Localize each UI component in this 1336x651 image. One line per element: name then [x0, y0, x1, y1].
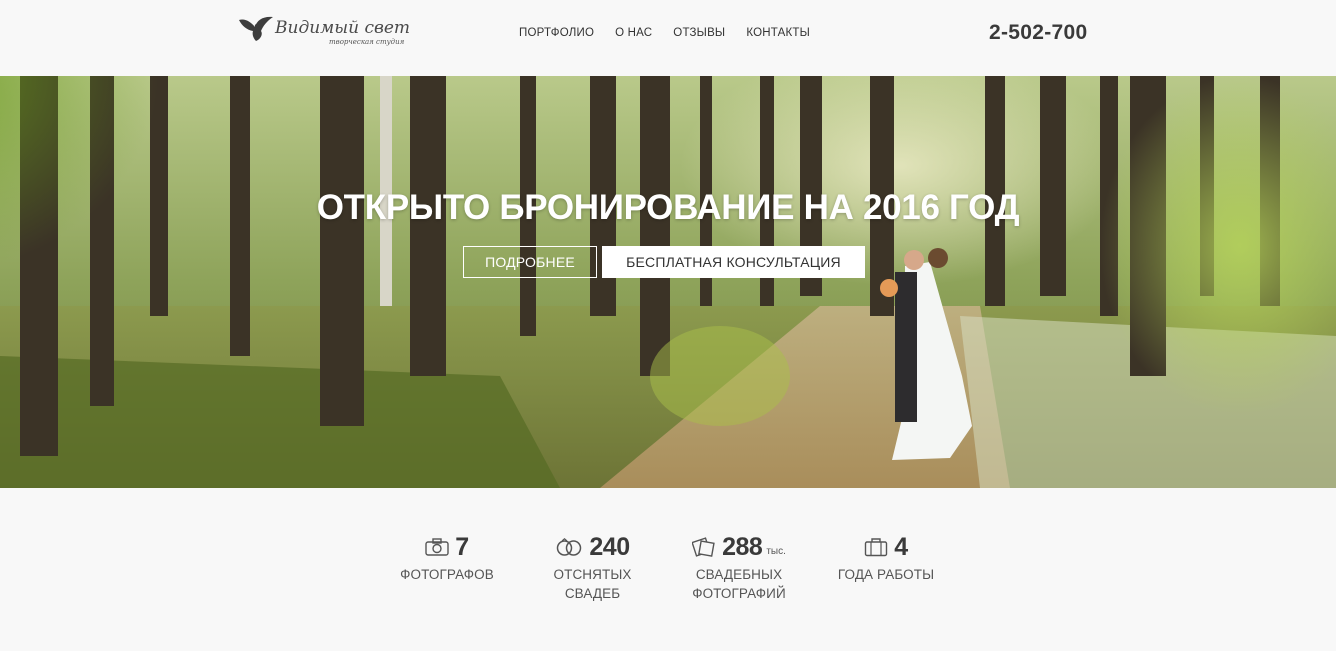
- logo-subtitle: творческая студия: [329, 38, 405, 46]
- stat-photos: 288 тыс. СВАДЕБНЫХ ФОТОГРАФИЙ: [680, 532, 798, 603]
- stats-section: 7 ФОТОГРАФОВ 240 ОТСНЯТЫХ СВАДЕБ 288 тыс…: [0, 488, 1336, 651]
- stat-value: 4: [894, 532, 908, 561]
- rings-icon: [557, 538, 582, 556]
- logo-title: Видимый свет: [275, 18, 411, 38]
- hero-banner: ОТКРЫТО БРОНИРОВАНИЕ НА 2016 ГОД ПОДРОБН…: [0, 76, 1336, 488]
- nav-contacts[interactable]: КОНТАКТЫ: [746, 27, 810, 39]
- stat-photographers: 7 ФОТОГРАФОВ: [392, 532, 502, 584]
- photos-icon: [692, 537, 715, 557]
- stat-value: 288: [722, 532, 763, 561]
- main-nav: ПОРТФОЛИО О НАС ОТЗЫВЫ КОНТАКТЫ: [519, 27, 831, 39]
- stat-weddings: 240 ОТСНЯТЫХ СВАДЕБ: [540, 532, 645, 603]
- nav-about[interactable]: О НАС: [615, 27, 652, 39]
- site-header: Видимый свет творческая студия ПОРТФОЛИО…: [0, 0, 1336, 76]
- phone-number[interactable]: 2-502-700: [989, 21, 1087, 45]
- stat-unit: тыс.: [766, 545, 786, 557]
- nav-portfolio[interactable]: ПОРТФОЛИО: [519, 27, 594, 39]
- logo[interactable]: Видимый свет творческая студия: [237, 12, 411, 48]
- stat-label: ГОДА РАБОТЫ: [837, 567, 935, 582]
- more-button[interactable]: ПОДРОБНЕЕ: [463, 246, 597, 278]
- camera-icon: [425, 538, 449, 556]
- stat-label: ФОТОГРАФОВ: [400, 567, 494, 582]
- stat-value: 7: [455, 532, 469, 561]
- briefcase-icon: [865, 538, 888, 557]
- forest-wedding-photo: [0, 76, 1336, 488]
- stat-label: ОТСНЯТЫХ СВАДЕБ: [553, 567, 632, 601]
- stat-label: СВАДЕБНЫХ ФОТОГРАФИЙ: [692, 567, 786, 601]
- stat-value: 240: [589, 532, 630, 561]
- nav-reviews[interactable]: ОТЗЫВЫ: [673, 27, 725, 39]
- hero-title: ОТКРЫТО БРОНИРОВАНИЕ НА 2016 ГОД: [316, 188, 1020, 227]
- free-consultation-button[interactable]: БЕСПЛАТНАЯ КОНСУЛЬТАЦИЯ: [602, 246, 865, 278]
- stat-years: 4 ГОДА РАБОТЫ: [833, 532, 939, 584]
- bird-icon: [239, 16, 273, 41]
